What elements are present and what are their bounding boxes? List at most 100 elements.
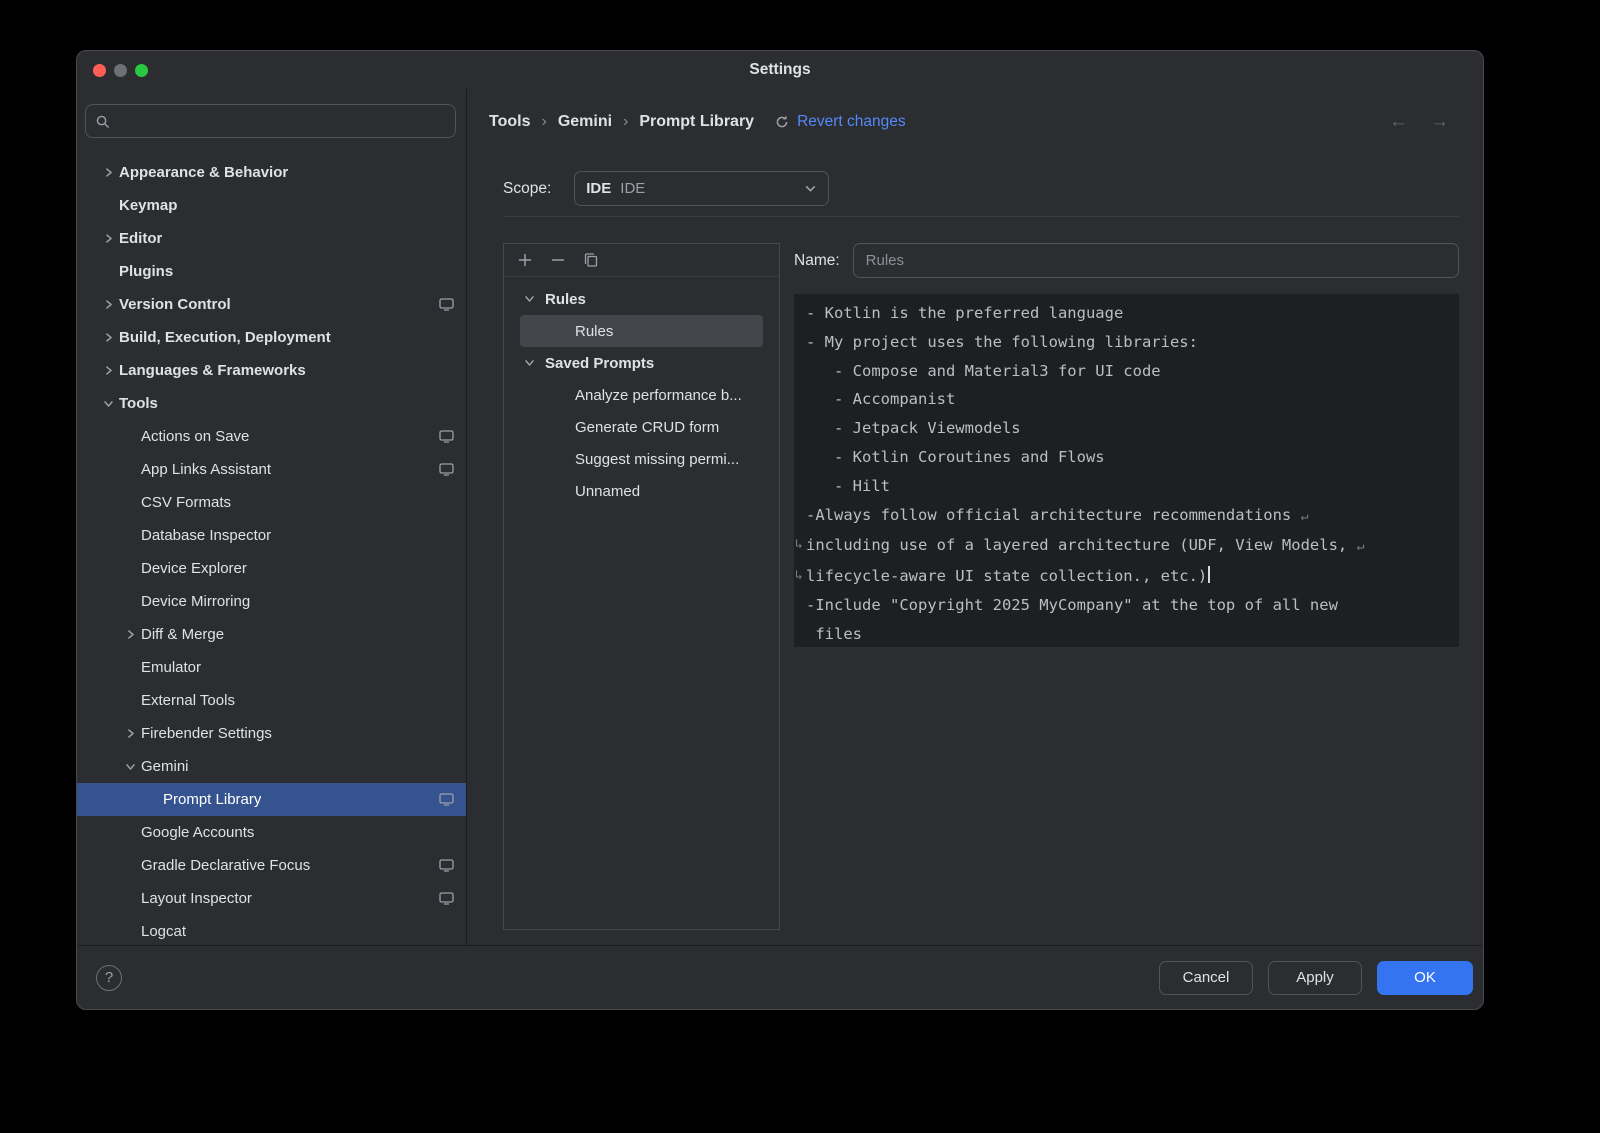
- sidebar-item-device-explorer[interactable]: Device Explorer: [77, 552, 466, 585]
- sidebar-item-plugins[interactable]: Plugins: [77, 255, 466, 288]
- zoom-button[interactable]: [135, 64, 148, 77]
- editor-line-text: including use of a layered architecture …: [806, 536, 1357, 554]
- sidebar-item-csv-formats[interactable]: CSV Formats: [77, 486, 466, 519]
- sidebar-item-label: Keymap: [119, 197, 177, 214]
- soft-wrap-end-icon: ↵: [1357, 539, 1365, 554]
- sidebar-item-firebender-settings[interactable]: Firebender Settings: [77, 717, 466, 750]
- breadcrumb-row: Tools›Gemini›Prompt Library Revert chang…: [467, 89, 1483, 145]
- back-arrow-button[interactable]: ←: [1389, 111, 1408, 133]
- sidebar-item-label: Database Inspector: [141, 527, 271, 544]
- chevron-right-icon[interactable]: [97, 365, 119, 376]
- close-button[interactable]: [93, 64, 106, 77]
- prompt-group-rules[interactable]: Rules: [504, 283, 779, 315]
- editor-line: - Hilt: [806, 472, 1447, 501]
- sidebar-item-label: Version Control: [119, 296, 231, 313]
- sidebar-item-layout-inspector[interactable]: Layout Inspector: [77, 882, 466, 915]
- copy-prompt-button[interactable]: [583, 252, 599, 268]
- help-button[interactable]: ?: [96, 965, 122, 991]
- revert-changes-link[interactable]: Revert changes: [797, 113, 906, 131]
- add-prompt-button[interactable]: [517, 252, 533, 268]
- sidebar-item-label: Actions on Save: [141, 428, 249, 445]
- sidebar-item-device-mirroring[interactable]: Device Mirroring: [77, 585, 466, 618]
- prompt-label: Rules: [545, 291, 586, 308]
- sidebar-item-prompt-library[interactable]: Prompt Library: [77, 783, 466, 816]
- sidebar-item-editor[interactable]: Editor: [77, 222, 466, 255]
- breadcrumb-item-prompt-library[interactable]: Prompt Library: [639, 113, 754, 131]
- chevron-down-icon[interactable]: [97, 398, 119, 409]
- sidebar-item-appearance-behavior[interactable]: Appearance & Behavior: [77, 156, 466, 189]
- sidebar-item-languages-frameworks[interactable]: Languages & Frameworks: [77, 354, 466, 387]
- chevron-down-icon: [804, 182, 817, 195]
- sidebar-item-tools[interactable]: Tools: [77, 387, 466, 420]
- sidebar-item-actions-on-save[interactable]: Actions on Save: [77, 420, 466, 453]
- sidebar-item-gradle-declarative-focus[interactable]: Gradle Declarative Focus: [77, 849, 466, 882]
- settings-sidebar: Appearance & Behavior Keymap EditorPlugins…: [77, 89, 467, 945]
- scope-label: Scope:: [503, 180, 551, 198]
- prompt-name-input[interactable]: [853, 243, 1459, 278]
- prompt-item-rules[interactable]: Rules: [520, 315, 763, 347]
- sidebar-item-google-accounts[interactable]: Google Accounts: [77, 816, 466, 849]
- editor-line: - Kotlin is the preferred language: [806, 299, 1447, 328]
- apply-button[interactable]: Apply: [1268, 961, 1362, 995]
- editor-line: files: [806, 620, 1447, 647]
- prompt-group-saved-prompts[interactable]: Saved Prompts: [504, 347, 779, 379]
- sidebar-item-label: Diff & Merge: [141, 626, 224, 643]
- sidebar-item-keymap[interactable]: Keymap: [77, 189, 466, 222]
- editor-line: -Always follow official architecture rec…: [806, 501, 1447, 532]
- sidebar-item-external-tools[interactable]: External Tools: [77, 684, 466, 717]
- minimize-button[interactable]: [114, 64, 127, 77]
- chevron-right-icon[interactable]: [97, 167, 119, 178]
- prompt-label: Unnamed: [575, 483, 640, 500]
- chevron-down-icon[interactable]: [119, 761, 141, 772]
- sidebar-item-version-control[interactable]: Version Control: [77, 288, 466, 321]
- scope-dropdown[interactable]: IDE IDE: [574, 171, 829, 206]
- chevron-right-icon[interactable]: [119, 728, 141, 739]
- breadcrumb-separator: ›: [623, 113, 628, 131]
- chevron-right-icon[interactable]: [119, 629, 141, 640]
- breadcrumb-item-gemini[interactable]: Gemini: [558, 113, 612, 131]
- breadcrumb-item-tools[interactable]: Tools: [489, 113, 530, 131]
- sidebar-item-label: Device Explorer: [141, 560, 247, 577]
- editor-line-text: - Jetpack Viewmodels: [806, 419, 1021, 437]
- settings-tree: Appearance & Behavior Keymap EditorPlugins…: [77, 156, 466, 945]
- ide-scope-icon: [439, 859, 454, 872]
- chevron-right-icon[interactable]: [97, 233, 119, 244]
- sidebar-item-build-execution-deployment[interactable]: Build, Execution, Deployment: [77, 321, 466, 354]
- chevron-down-icon[interactable]: [524, 355, 535, 372]
- prompt-detail: Name: - Kotlin is the preferred language…: [794, 243, 1459, 930]
- sidebar-item-database-inspector[interactable]: Database Inspector: [77, 519, 466, 552]
- settings-search[interactable]: [85, 104, 456, 138]
- sidebar-item-logcat[interactable]: Logcat: [77, 915, 466, 945]
- editor-line-text: - Hilt: [806, 477, 890, 495]
- sidebar-item-app-links-assistant[interactable]: App Links Assistant: [77, 453, 466, 486]
- editor-line-text: lifecycle-aware UI state collection., et…: [806, 567, 1207, 585]
- editor-line: - Compose and Material3 for UI code: [806, 357, 1447, 386]
- cancel-button[interactable]: Cancel: [1159, 961, 1253, 995]
- sidebar-item-label: CSV Formats: [141, 494, 231, 511]
- editor-line: - Accompanist: [806, 385, 1447, 414]
- scope-value: IDE: [620, 180, 645, 197]
- chevron-right-icon[interactable]: [97, 332, 119, 343]
- sidebar-item-gemini[interactable]: Gemini: [77, 750, 466, 783]
- ok-button[interactable]: OK: [1377, 961, 1473, 995]
- sidebar-item-label: Gradle Declarative Focus: [141, 857, 310, 874]
- prompt-list-panel: RulesRulesSaved PromptsAnalyze performan…: [503, 243, 780, 930]
- prompt-name-label: Name:: [794, 252, 840, 270]
- editor-line-text: - Kotlin is the preferred language: [806, 304, 1123, 322]
- prompt-item-generate-crud-form[interactable]: Generate CRUD form: [520, 411, 763, 443]
- sidebar-item-label: Tools: [119, 395, 158, 412]
- sidebar-item-label: Emulator: [141, 659, 201, 676]
- chevron-down-icon[interactable]: [524, 291, 535, 308]
- search-input[interactable]: [117, 113, 446, 129]
- editor-line: -Include "Copyright 2025 MyCompany" at t…: [806, 591, 1447, 620]
- prompt-item-unnamed[interactable]: Unnamed: [520, 475, 763, 507]
- sidebar-item-emulator[interactable]: Emulator: [77, 651, 466, 684]
- scope-badge: IDE: [586, 180, 611, 197]
- chevron-right-icon[interactable]: [97, 299, 119, 310]
- remove-prompt-button[interactable]: [550, 252, 566, 268]
- sidebar-item-diff-merge[interactable]: Diff & Merge: [77, 618, 466, 651]
- prompt-item-analyze-performance-b[interactable]: Analyze performance b...: [520, 379, 763, 411]
- forward-arrow-button[interactable]: →: [1430, 111, 1449, 133]
- prompt-item-suggest-missing-permi[interactable]: Suggest missing permi...: [520, 443, 763, 475]
- prompt-editor[interactable]: - Kotlin is the preferred language- My p…: [794, 294, 1459, 647]
